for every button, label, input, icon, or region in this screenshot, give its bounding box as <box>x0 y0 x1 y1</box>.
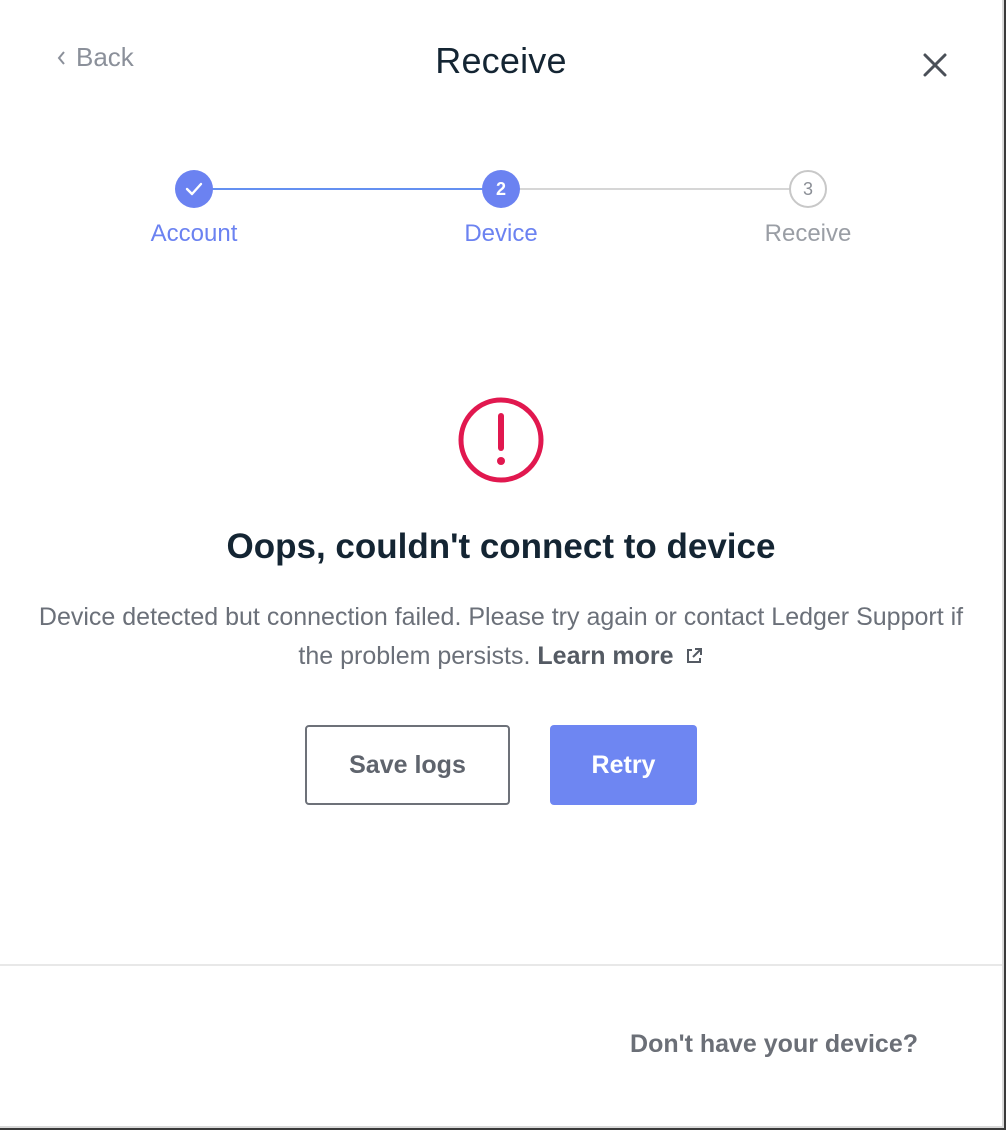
step-1-done <box>175 170 213 208</box>
learn-more-link[interactable]: Learn more <box>537 642 703 670</box>
check-icon <box>185 182 203 196</box>
retry-button[interactable]: Retry <box>550 725 697 805</box>
receive-modal: Back Receive 2 3 Account Device Receive … <box>0 0 1004 1128</box>
error-description: Device detected but connection failed. P… <box>30 598 972 676</box>
step-label-device: Device <box>464 220 538 247</box>
footer-divider <box>0 964 1002 966</box>
step-3-number: 3 <box>789 170 827 208</box>
step-connector-pending <box>501 188 808 190</box>
stepper: 2 3 Account Device Receive <box>0 170 1002 260</box>
learn-more-label: Learn more <box>537 642 674 670</box>
error-description-text: Device detected but connection failed. P… <box>38 603 964 670</box>
step-connector-completed <box>194 188 501 190</box>
error-alert-icon <box>458 397 544 483</box>
step-label-receive: Receive <box>764 220 852 247</box>
step-label-account: Account <box>150 220 238 247</box>
save-logs-button[interactable]: Save logs <box>305 725 510 805</box>
error-heading: Oops, couldn't connect to device <box>226 527 776 566</box>
step-2-number: 2 <box>482 170 520 208</box>
close-icon[interactable] <box>918 48 952 82</box>
no-device-link[interactable]: Don't have your device? <box>630 1030 918 1059</box>
modal-title: Receive <box>435 40 567 81</box>
external-link-icon <box>686 648 702 663</box>
